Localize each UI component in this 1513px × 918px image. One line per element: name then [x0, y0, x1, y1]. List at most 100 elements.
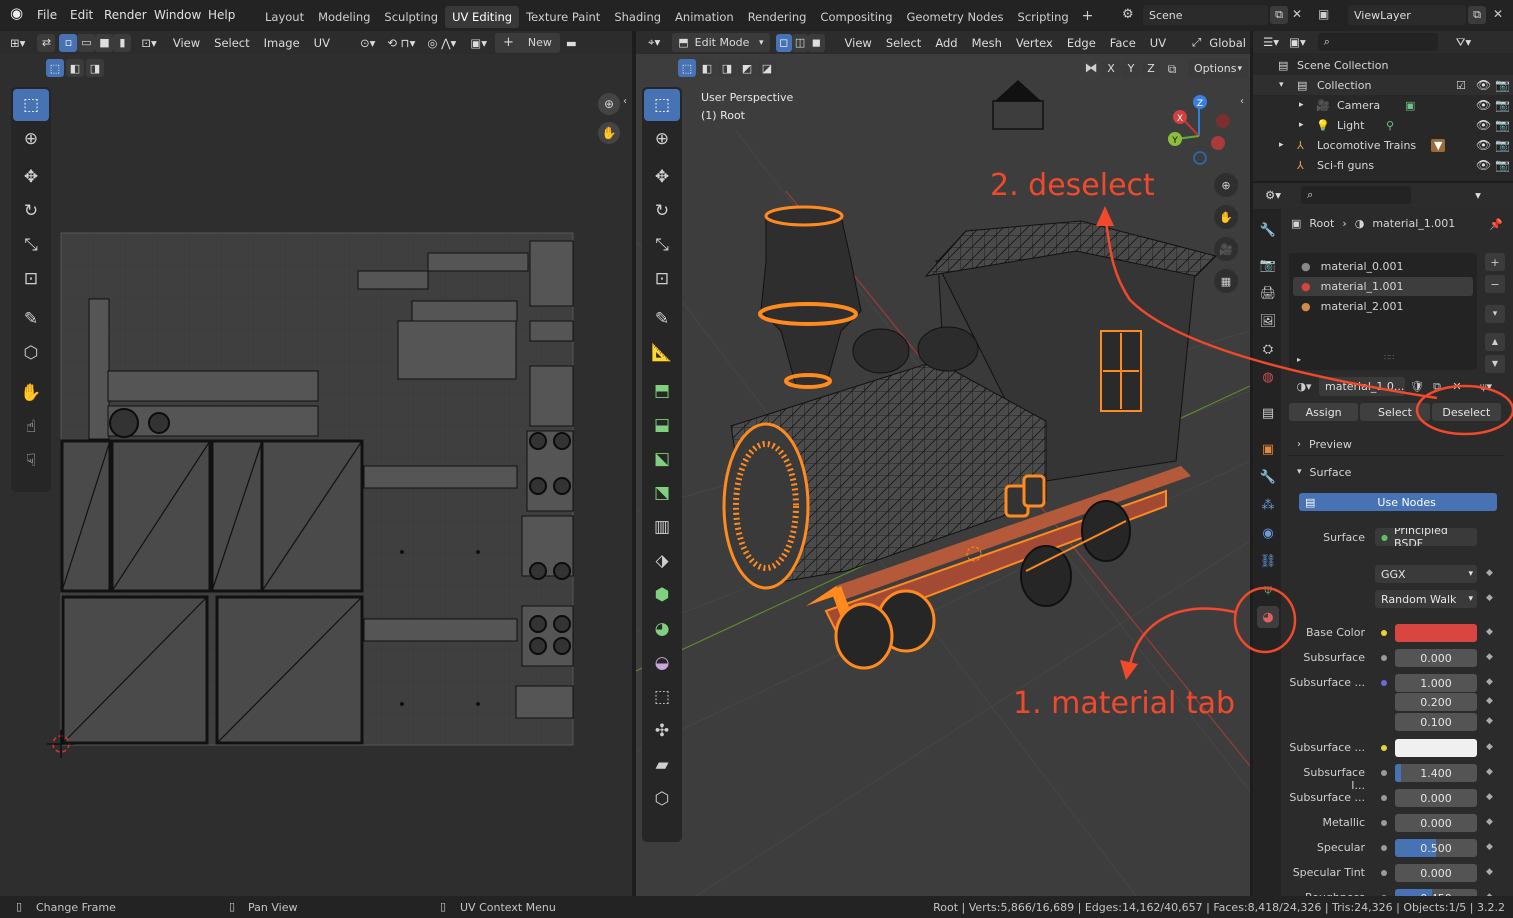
scale-tool-icon[interactable]: ⤡ [643, 228, 681, 262]
add-cube-tool-icon[interactable]: ⬒ [643, 374, 681, 408]
list-item-active[interactable]: ● material_1.001 [1293, 277, 1473, 296]
uv-zoom-icon[interactable]: ⊕ [598, 93, 620, 115]
subsurface-ior-field[interactable]: 1.400 [1395, 764, 1477, 782]
tab-sculpting[interactable]: Sculpting [377, 6, 445, 28]
options-dropdown[interactable]: Options ▾ [1188, 59, 1248, 78]
subsurface-color-field[interactable] [1395, 739, 1477, 757]
tab-modeling[interactable]: Modeling [311, 6, 377, 28]
view-layer-icon[interactable]: ▣ [1318, 8, 1329, 20]
render-tab-icon[interactable]: 📷 [1257, 254, 1279, 276]
relax-tool-icon[interactable]: ☝ [12, 410, 50, 444]
keyframe-dot[interactable]: ◆ [1486, 842, 1493, 852]
preview-panel-header[interactable]: › Preview [1289, 434, 1503, 456]
list-resize-handle[interactable]: ∷∷ [1384, 353, 1394, 362]
select-extend-icon[interactable]: ◧ [698, 59, 716, 77]
subsurface-method-dropdown[interactable]: Random Walk ▾ [1375, 590, 1477, 608]
select-button[interactable]: Select [1360, 403, 1430, 421]
3d-viewport[interactable]: Z X Y ⌖▾ ⬒ Edit Mode ▾ ◻ ◫ ◼ View Select… [636, 31, 1250, 896]
bevel-tool-icon[interactable]: ⬔ [643, 476, 681, 510]
new-view-layer-icon[interactable]: ⧉ [1468, 6, 1486, 24]
add-workspace-button[interactable]: + [1076, 6, 1100, 28]
eye-icon[interactable]: 👁 [1476, 158, 1491, 172]
socket-icon[interactable] [1381, 820, 1387, 826]
blender-logo-icon[interactable]: ◉ [10, 6, 23, 21]
surface-panel-header[interactable]: ▾ Surface [1289, 461, 1503, 483]
tab-shading[interactable]: Shading [607, 6, 668, 28]
keyframe-dot[interactable]: ◆ [1486, 568, 1493, 578]
select-new-icon[interactable]: ⬚ [678, 59, 696, 77]
tab-texture-paint[interactable]: Texture Paint [519, 6, 607, 28]
uv-editor[interactable]: ⊞▾ ⇄ ▫ ▭ ■ ▮ ⊡▾ View Select Image UV ⊙▾ … [0, 31, 632, 896]
move-tool-icon[interactable]: ✥ [12, 160, 50, 194]
keyframe-dot[interactable]: ◆ [1486, 767, 1493, 777]
edge-slide-tool-icon[interactable]: ⬚ [643, 680, 681, 714]
zoom-icon[interactable]: ⊕ [1214, 173, 1238, 197]
outliner-row-collection[interactable]: ▾ ▤ Collection ☑ 👁 📷 [1253, 75, 1513, 95]
topology-mirror-icon[interactable]: ⧉ [1162, 63, 1182, 75]
loop-cut-tool-icon[interactable]: ▥ [643, 510, 681, 544]
render-camera-icon[interactable]: 📷 [1495, 98, 1510, 112]
specular-tint-field[interactable]: 0.000 [1395, 864, 1477, 882]
subsurface-radius-x-field[interactable]: 1.000 [1395, 674, 1477, 692]
vp-menu-edge[interactable]: Edge [1063, 33, 1100, 53]
keyframe-dot[interactable]: ◆ [1486, 867, 1493, 877]
select-invert-icon[interactable]: ◩ [738, 59, 756, 77]
subsurface-radius-z-field[interactable]: 0.100 [1395, 713, 1477, 731]
poly-build-tool-icon[interactable]: ⬢ [643, 578, 681, 612]
outliner-search-input[interactable]: ⌕ [1317, 33, 1438, 51]
keyframe-dot[interactable]: ◆ [1486, 742, 1493, 752]
vp-menu-face[interactable]: Face [1106, 33, 1140, 53]
menu-window[interactable]: Window [154, 8, 201, 22]
extrude-tool-icon[interactable]: ⬓ [643, 408, 681, 442]
vp-menu-add[interactable]: Add [931, 33, 961, 53]
knife-tool-icon[interactable]: ⬗ [643, 544, 681, 578]
object-tab-icon[interactable]: ▣ [1257, 438, 1279, 460]
menu-edit[interactable]: Edit [70, 8, 93, 22]
vp-menu-uv[interactable]: UV [1146, 33, 1170, 53]
filter-icon[interactable]: ⛛▾ [1452, 32, 1475, 52]
collection-tab-icon[interactable]: ▤ [1257, 402, 1279, 424]
list-expand-icon[interactable]: ▸ [1297, 355, 1301, 364]
move-tool-icon[interactable]: ✥ [643, 160, 681, 194]
link-type-icon[interactable]: ⍦▾ [1473, 381, 1499, 392]
subsurface-anisotropy-field[interactable]: 0.000 [1395, 789, 1477, 807]
world-tab-icon[interactable]: ◍ [1257, 366, 1279, 388]
editor-type-icon[interactable]: ⌖▾ [644, 33, 664, 53]
use-nodes-button[interactable]: ▤ Use Nodes [1299, 493, 1497, 511]
annotate-tool-icon[interactable]: ✎ [643, 302, 681, 336]
camera-view-icon[interactable]: 🎥 [1214, 237, 1238, 261]
transform-tool-icon[interactable]: ⊡ [12, 262, 50, 296]
rip-tool-icon[interactable]: ⬡ [12, 336, 50, 370]
shrink-tool-icon[interactable]: ✣ [643, 714, 681, 748]
tab-layout[interactable]: Layout [258, 6, 311, 28]
uv-pan-icon[interactable]: ✋ [598, 122, 620, 144]
menu-help[interactable]: Help [208, 8, 235, 22]
mirror-x-toggle[interactable]: X [1102, 59, 1120, 78]
tab-rendering[interactable]: Rendering [741, 6, 814, 28]
tab-scripting[interactable]: Scripting [1011, 6, 1076, 28]
face-mode-icon[interactable]: ◼ [808, 33, 825, 52]
render-camera-icon[interactable]: 📷 [1495, 138, 1510, 152]
vp-menu-vertex[interactable]: Vertex [1012, 33, 1057, 53]
unlink-material-icon[interactable]: ✕ [1447, 381, 1467, 392]
view-layer-field[interactable]: ViewLayer [1348, 5, 1466, 25]
socket-icon[interactable] [1381, 680, 1387, 686]
constraints-tab-icon[interactable]: ⛓ [1257, 550, 1279, 572]
expand-arrow-icon[interactable]: ▸ [1299, 100, 1304, 110]
rotate-tool-icon[interactable]: ↻ [12, 194, 50, 228]
keyframe-dot[interactable]: ◆ [1486, 716, 1493, 726]
render-camera-icon[interactable]: 📷 [1495, 158, 1510, 172]
particles-tab-icon[interactable]: ⁂ [1257, 494, 1279, 516]
remove-scene-icon[interactable]: ✕ [1292, 8, 1302, 20]
menu-render[interactable]: Render [104, 8, 147, 22]
scene-icon[interactable]: ⚙ [1122, 8, 1134, 21]
keyframe-dot[interactable]: ◆ [1486, 792, 1493, 802]
gizmo-z-label[interactable]: Z [1197, 99, 1203, 109]
expand-arrow-icon[interactable]: ▾ [1279, 80, 1284, 90]
keyframe-dot[interactable]: ◆ [1486, 652, 1493, 662]
tab-animation[interactable]: Animation [668, 6, 741, 28]
material-name-field[interactable]: material_1.0... [1319, 376, 1405, 396]
distribution-dropdown[interactable]: GGX ▾ [1375, 565, 1477, 583]
chevron-down-icon[interactable]: ▾ [1471, 185, 1485, 205]
socket-icon[interactable] [1381, 870, 1387, 876]
